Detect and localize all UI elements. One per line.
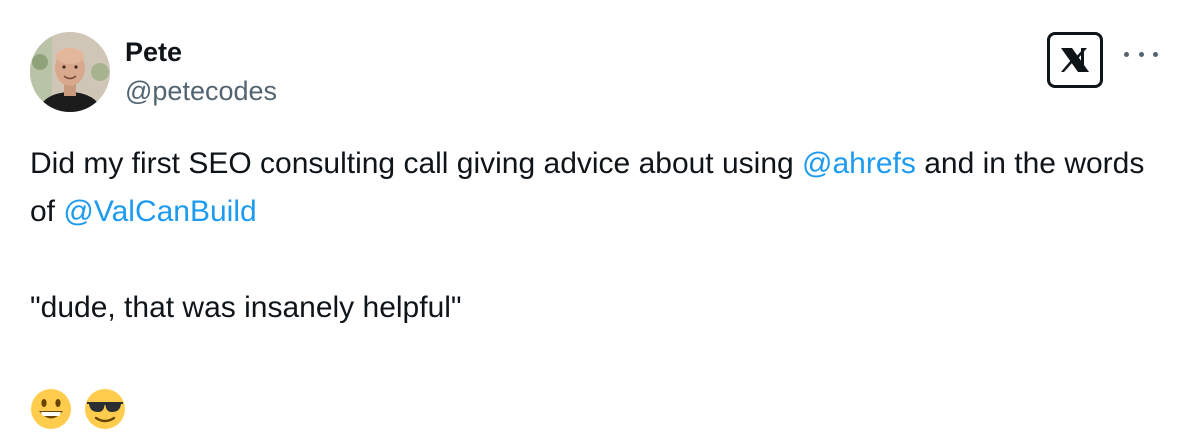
dot — [1153, 51, 1158, 57]
author-name[interactable]: Pete — [125, 36, 277, 68]
emoji-row — [30, 388, 126, 430]
author-info: Pete @petecodes — [125, 36, 277, 108]
tweet-card: Pete @petecodes Did my first SEO consult… — [0, 0, 1192, 448]
grinning-face-icon — [31, 389, 71, 429]
tweet-quote: "dude, that was insanely helpful" — [30, 291, 462, 324]
avatar-photo — [30, 32, 110, 112]
tweet-paragraph-1: Did my first SEO consulting call giving … — [30, 140, 1170, 236]
more-options-icon[interactable] — [1124, 44, 1158, 64]
x-glyph — [1061, 48, 1089, 72]
dot — [1138, 51, 1144, 57]
smiling-face-with-sunglasses-icon — [85, 389, 125, 429]
mention-link[interactable]: @ValCanBuild — [63, 195, 256, 228]
mention-link[interactable]: @ahrefs — [802, 147, 916, 180]
tweet-text: Did my first SEO consulting call giving … — [30, 140, 1170, 332]
x-logo-icon[interactable] — [1047, 32, 1103, 88]
tweet-text-part: Did my first SEO consulting call giving … — [30, 147, 803, 180]
author-handle[interactable]: @petecodes — [125, 74, 277, 108]
dot — [1124, 51, 1129, 57]
author-avatar[interactable] — [30, 32, 110, 112]
